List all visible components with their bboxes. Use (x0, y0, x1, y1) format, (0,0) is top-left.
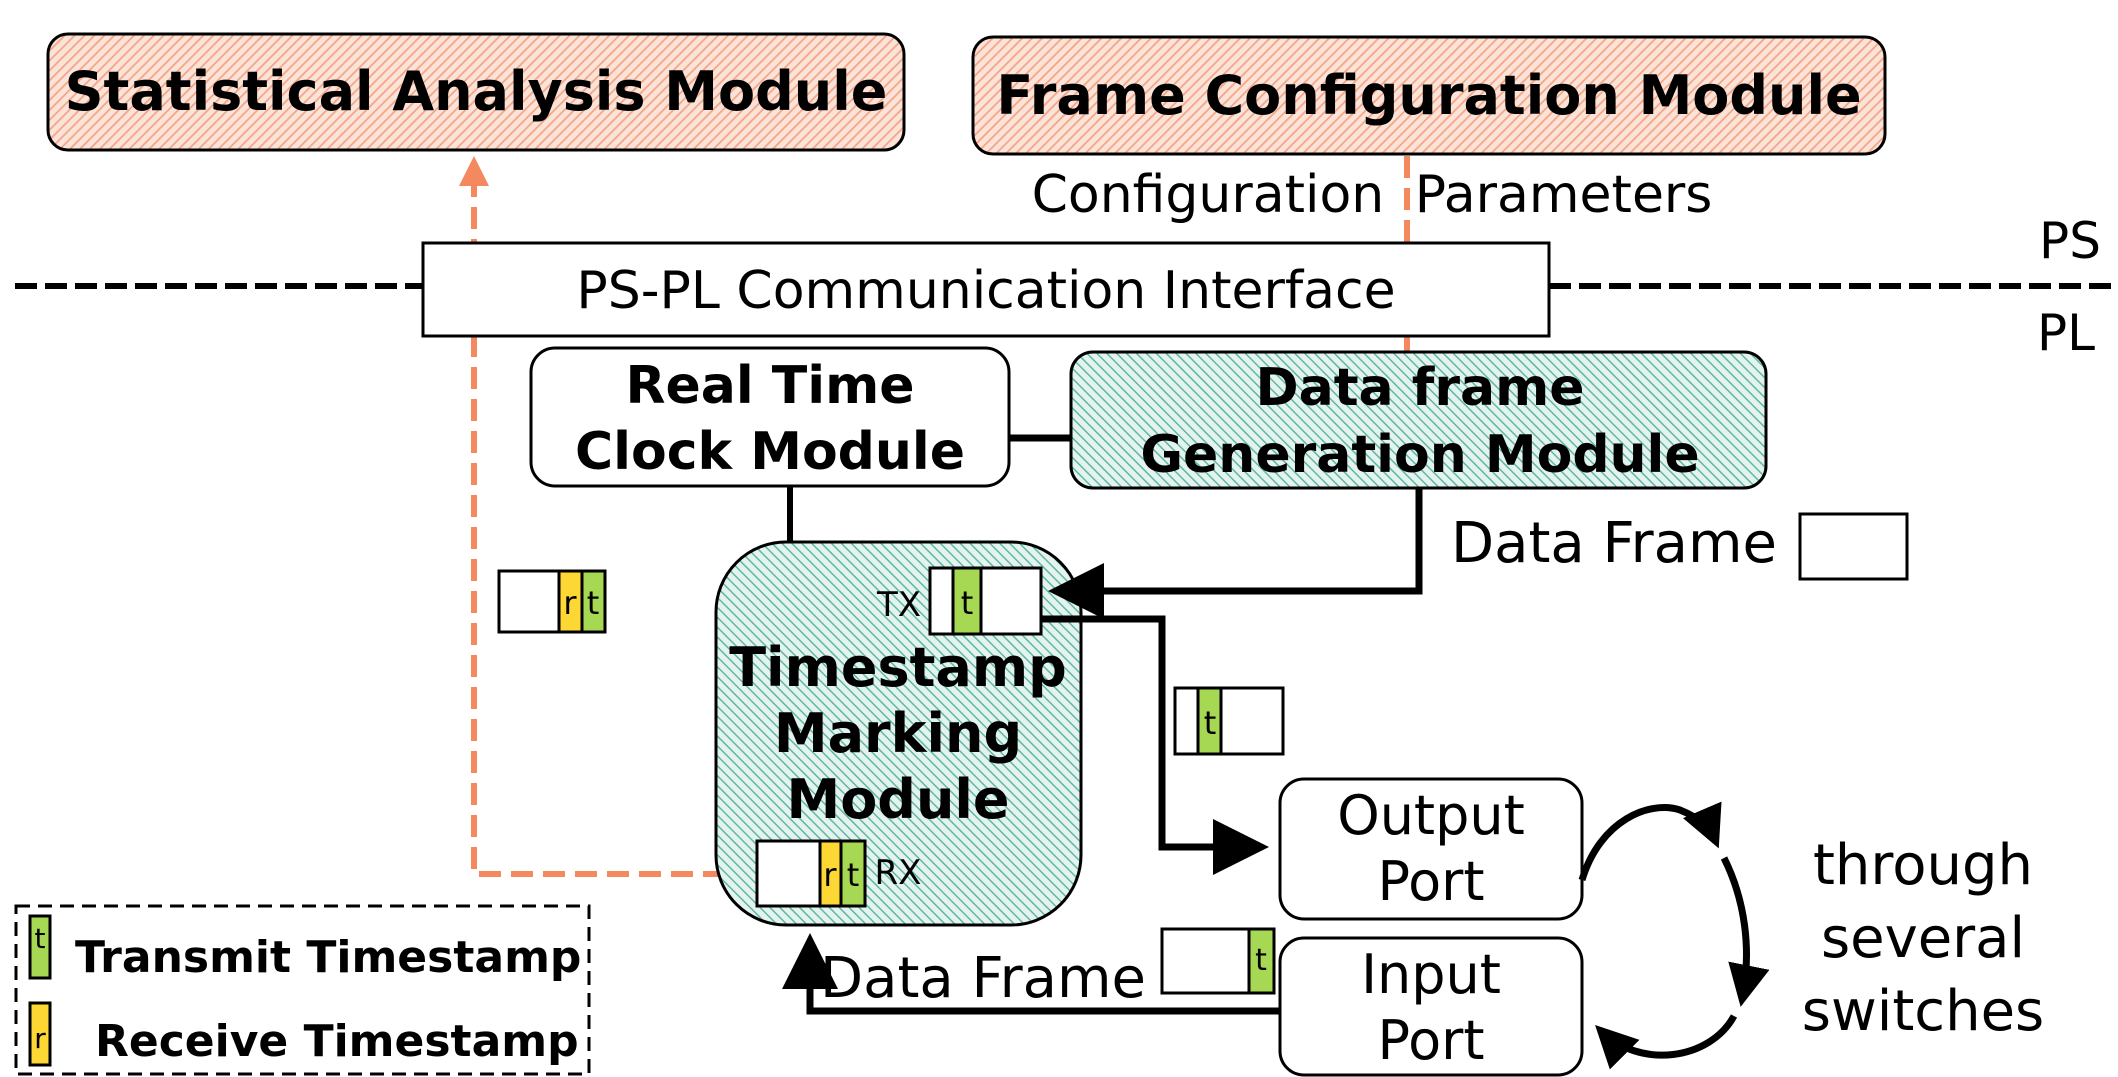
stats-transmit-glyph: t (587, 584, 600, 622)
frame-configuration-label: Frame Configuration Module (996, 64, 1861, 127)
rx-frame: r t (755, 839, 867, 908)
receive-timestamp-label: Receive Timestamp (95, 1016, 579, 1067)
loop-arrow-bottom (1595, 1014, 1738, 1070)
data-frame-generation-module: Data frame Generation Module (1069, 350, 1768, 490)
statistical-analysis-module: Statistical Analysis Module (46, 32, 906, 152)
stats-receive-glyph: r (563, 584, 577, 622)
output-port-line2: Port (1377, 850, 1484, 913)
output-port-line1: Output (1337, 784, 1525, 847)
statistical-analysis-label: Statistical Analysis Module (65, 60, 888, 123)
ps-region-label: PS (2039, 212, 2101, 270)
input-port: Input Port (1278, 936, 1584, 1077)
output-port: Output Port (1278, 777, 1584, 921)
transmit-timestamp-label: Transmit Timestamp (75, 932, 581, 983)
tmm-label-line3: Module (786, 768, 1009, 831)
config-params-label: Configuration Parameters (1032, 165, 1713, 225)
dfg-to-tx-arrow (1048, 488, 1423, 619)
incoming-transmit-glyph: t (1255, 943, 1267, 978)
loop-arrow-right (1720, 856, 1770, 1007)
rx-receive-glyph: r (823, 856, 837, 894)
ps-pl-interface-label: PS-PL Communication Interface (576, 261, 1395, 321)
dfg-label-line1: Data frame (1255, 358, 1584, 418)
outgoing-transmit-glyph: t (1204, 704, 1217, 742)
dfg-label-line2: Generation Module (1140, 425, 1699, 485)
tmm-label-line2: Marking (774, 702, 1022, 765)
pl-region-label: PL (2037, 304, 2095, 362)
tmm-label-line1: Timestamp (729, 636, 1067, 699)
data-frame-bottom-label: Data Frame (820, 946, 1146, 1011)
rtc-label-line2: Clock Module (575, 422, 965, 482)
tx-label: TX (876, 585, 921, 625)
switch-loop-arrows (1578, 801, 1770, 1070)
timestamp-system-diagram: PS PL Statistical Analysis Module Frame … (14, 32, 2112, 1077)
receive-swatch-glyph: r (34, 1022, 46, 1055)
stats-frame: r t (497, 569, 607, 634)
empty-data-frame (1798, 512, 1909, 581)
switches-label-line3: switches (1802, 979, 2044, 1044)
transmit-swatch-glyph: t (35, 922, 46, 955)
rx-label: RX (875, 853, 922, 893)
ps-pl-communication-interface: PS-PL Communication Interface (421, 241, 1551, 338)
incoming-frame: t (1160, 927, 1276, 995)
switches-label-line2: several (1821, 906, 2025, 971)
switches-label-line1: through (1813, 833, 2033, 898)
input-port-line1: Input (1361, 943, 1501, 1006)
rtc-label-line1: Real Time (625, 356, 914, 416)
frame-configuration-module: Frame Configuration Module (971, 35, 1887, 156)
tx-frame: t (928, 566, 1043, 636)
rx-transmit-glyph: t (847, 856, 860, 894)
loop-arrow-top (1578, 801, 1722, 882)
outgoing-frame: t (1173, 686, 1285, 756)
legend: t Transmit Timestamp r Receive Timestamp (14, 904, 591, 1076)
tx-transmit-glyph: t (961, 584, 974, 622)
data-frame-top-label: Data Frame (1451, 511, 1777, 576)
real-time-clock-module: Real Time Clock Module (529, 346, 1011, 488)
input-port-line2: Port (1377, 1009, 1484, 1072)
